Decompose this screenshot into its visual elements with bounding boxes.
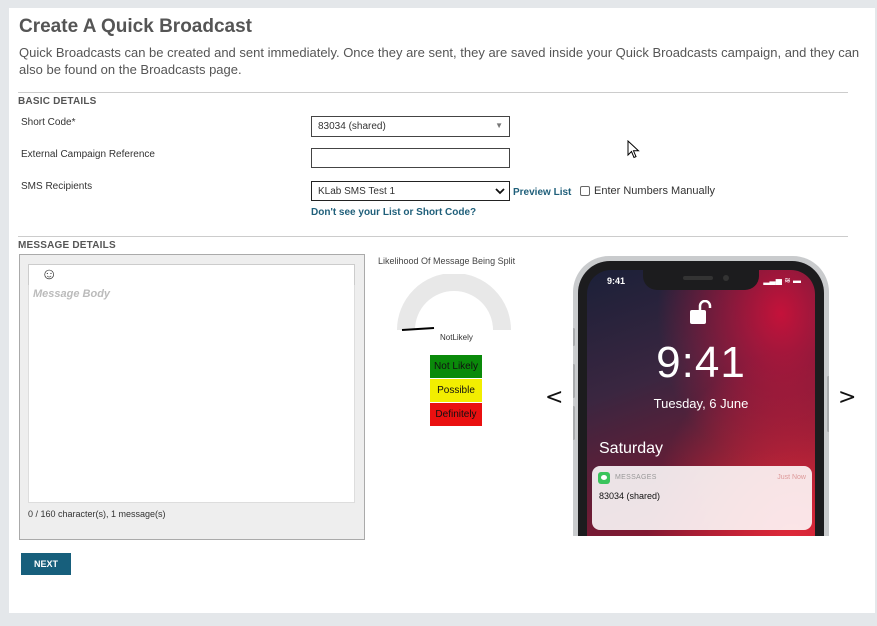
short-code-label: Short Code*	[21, 117, 76, 128]
legend-not-likely: Not Likely	[430, 355, 482, 378]
next-button[interactable]: NEXT	[21, 553, 71, 575]
message-editor: ☺ Message Body 0 / 160 character(s), 1 m…	[19, 254, 365, 540]
sms-recipients-label: SMS Recipients	[21, 181, 93, 192]
enter-manually-checkbox[interactable]	[580, 186, 590, 196]
notification-app-name: MESSAGES	[615, 474, 657, 481]
notification-time: Just Now	[777, 474, 806, 481]
unlock-icon	[690, 300, 712, 324]
divider	[18, 236, 848, 237]
status-icons: ▂▃▅ ≋ ▬	[763, 276, 801, 285]
status-time: 9:41	[607, 276, 626, 286]
speaker	[683, 276, 713, 280]
messages-app-icon	[598, 472, 610, 484]
mouse-cursor-icon	[627, 140, 640, 159]
camera	[723, 275, 729, 281]
character-count: 0 / 160 character(s), 1 message(s)	[28, 509, 166, 519]
message-body-placeholder: Message Body	[33, 288, 111, 300]
enter-manually-label: Enter Numbers Manually	[594, 185, 716, 197]
short-code-select[interactable]: 83034 (shared) ▼	[311, 116, 510, 137]
lock-screen-time: 9:41	[656, 338, 746, 387]
phone-screen: 9:41 ▂▃▅ ≋ ▬ 9:41 Tuesday, 6 June Saturd…	[587, 270, 815, 536]
phone-frame: 9:41 ▂▃▅ ≋ ▬ 9:41 Tuesday, 6 June Saturd…	[573, 256, 829, 536]
external-ref-label: External Campaign Reference	[21, 149, 155, 160]
preview-list-link[interactable]: Preview List	[513, 187, 571, 198]
notification-body: 83034 (shared)	[599, 491, 661, 501]
legend-possible: Possible	[430, 379, 482, 402]
phone-bezel: 9:41 ▂▃▅ ≋ ▬ 9:41 Tuesday, 6 June Saturd…	[578, 261, 824, 536]
divider	[18, 92, 848, 93]
short-code-value: 83034 (shared)	[318, 121, 386, 132]
main-card: Create A Quick Broadcast Quick Broadcast…	[9, 8, 875, 613]
chevron-down-icon	[495, 188, 505, 195]
dropdown-arrow-icon: ▼	[495, 121, 503, 130]
phone-side-button	[573, 364, 575, 398]
missing-list-help-link[interactable]: Don't see your List or Short Code?	[311, 207, 476, 218]
lock-screen-day: Saturday	[599, 440, 664, 457]
page-title: Create A Quick Broadcast	[19, 16, 253, 37]
external-ref-input[interactable]	[311, 148, 510, 168]
sms-recipients-select[interactable]: KLab SMS Test 1	[311, 181, 510, 201]
page-description: Quick Broadcasts can be created and sent…	[19, 45, 860, 77]
sms-recipients-value: KLab SMS Test 1	[318, 186, 396, 197]
phone-side-button	[827, 376, 829, 432]
next-preview-arrow[interactable]: >	[838, 385, 856, 410]
split-meter-value: NotLikely	[440, 333, 473, 342]
split-meter-title: Likelihood Of Message Being Split	[378, 256, 516, 266]
message-toolbar: ☺	[28, 264, 355, 286]
split-gauge	[397, 274, 511, 331]
phone-notch	[643, 270, 759, 290]
smiley-icon[interactable]: ☺	[41, 266, 57, 284]
message-body-input[interactable]: Message Body	[28, 285, 355, 503]
basic-details-heading: BASIC DETAILS	[18, 96, 97, 107]
phone-side-button	[573, 406, 575, 440]
phone-side-button	[573, 328, 575, 346]
legend-definitely: Definitely	[430, 403, 482, 426]
message-details-heading: MESSAGE DETAILS	[18, 240, 116, 251]
sms-notification: MESSAGES Just Now 83034 (shared)	[592, 466, 812, 530]
lock-screen-date: Tuesday, 6 June	[653, 396, 749, 411]
phone-preview: 9:41 ▂▃▅ ≋ ▬ 9:41 Tuesday, 6 June Saturd…	[573, 256, 829, 536]
enter-manually-option[interactable]: Enter Numbers Manually	[580, 185, 715, 197]
prev-preview-arrow[interactable]: <	[545, 385, 563, 410]
